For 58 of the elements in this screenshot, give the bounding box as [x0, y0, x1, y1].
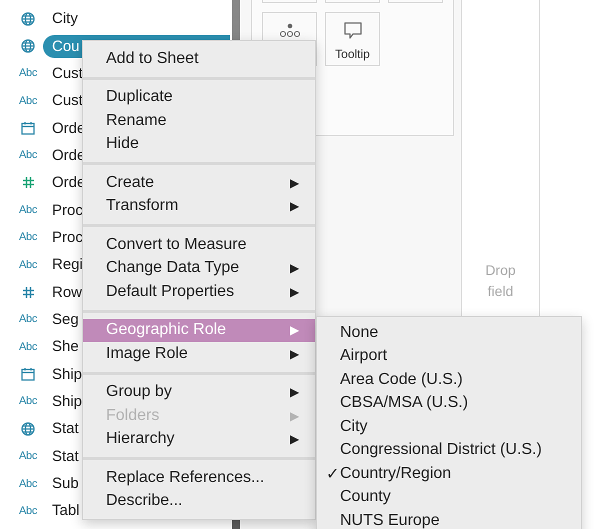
menu-item[interactable]: ✓Country/Region — [317, 462, 581, 486]
globe-icon — [21, 39, 35, 54]
field-item[interactable]: Proc — [52, 226, 83, 249]
field-item[interactable]: Stat — [52, 417, 79, 440]
menu-item[interactable]: CBSA/MSA (U.S.) — [317, 392, 581, 415]
field-item[interactable]: Proc — [52, 198, 83, 222]
data-type-label: Abc — [18, 258, 38, 271]
menu-item[interactable]: Add to Sheet — [83, 47, 315, 70]
data-type-label: Abc — [18, 504, 38, 517]
data-type-label: Abc — [18, 478, 38, 490]
menu-item[interactable]: City — [317, 415, 581, 438]
data-type-label: Abc — [18, 149, 38, 162]
field-item[interactable]: Cust — [52, 62, 83, 85]
globe-icon — [21, 12, 35, 26]
field-item[interactable]: Ship — [52, 390, 82, 413]
menu-item[interactable]: Transform ▶ — [83, 194, 315, 218]
menu-item[interactable]: Image Role ▶ — [83, 342, 315, 366]
menu-item[interactable]: Duplicate — [83, 86, 315, 109]
menu-item[interactable]: Create ▶ — [83, 171, 315, 194]
data-type-label: Abc — [18, 313, 38, 326]
calendar-icon — [21, 367, 35, 382]
data-type-label: Abc — [18, 231, 38, 244]
tooltip-button[interactable]: Tooltip — [325, 12, 380, 66]
menu-item[interactable]: Default Properties ▶ — [83, 280, 315, 304]
field-item[interactable]: Row — [52, 280, 82, 304]
field-item[interactable]: Sub — [52, 472, 79, 496]
menu-item[interactable]: Hide — [83, 132, 315, 156]
menu-item[interactable]: None — [317, 321, 581, 344]
data-type-label: Abc — [18, 450, 38, 462]
field-item[interactable]: Tabl — [52, 499, 80, 522]
speech-bubble-icon — [342, 21, 362, 41]
calendar-icon — [21, 121, 35, 136]
menu-item[interactable]: Rename — [83, 109, 315, 132]
data-type-label: Abc — [18, 67, 38, 80]
menu-item[interactable]: NUTS Europe — [317, 509, 581, 529]
field-item[interactable]: Cust — [52, 89, 83, 112]
menu-item[interactable]: Area Code (U.S.) — [317, 368, 581, 392]
globe-icon — [21, 422, 35, 436]
data-type-label: Abc — [18, 340, 38, 353]
menu-item[interactable]: County — [317, 486, 581, 509]
field-item[interactable]: Regi — [52, 253, 83, 276]
field-item[interactable]: City — [52, 7, 78, 30]
data-type-label: Abc — [18, 395, 38, 408]
field-item[interactable]: She — [52, 335, 79, 358]
menu-item[interactable]: Hierarchy ▶ — [83, 428, 315, 451]
field-item[interactable]: Stat — [52, 444, 79, 468]
menu-item[interactable]: Airport — [317, 344, 581, 368]
field-item[interactable]: Seg — [52, 308, 79, 331]
field-item[interactable]: Ship — [52, 362, 82, 386]
menu-item[interactable]: Convert to Measure — [83, 233, 315, 256]
menu-item[interactable]: Describe... — [83, 490, 315, 513]
data-type-label: Abc — [18, 94, 38, 107]
menu-item[interactable]: Replace References... — [83, 466, 315, 490]
data-type-label: Abc — [18, 204, 38, 216]
menu-item[interactable]: Group by ▶ — [83, 380, 315, 404]
menu-item[interactable]: Congressional District (U.S.) — [317, 438, 581, 462]
drop-zone-hint: Drop field — [484, 261, 517, 301]
menu-item[interactable]: Change Data Type ▶ — [83, 256, 315, 280]
